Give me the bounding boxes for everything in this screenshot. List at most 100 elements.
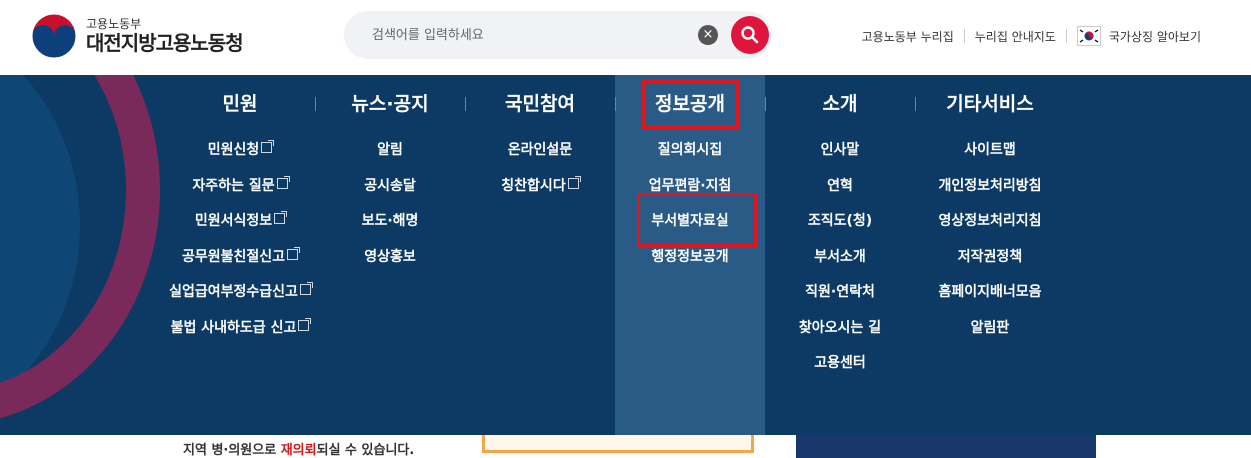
menu-divider [465,97,466,111]
submenu-list: 온라인설문칭찬합시다 [465,133,615,204]
menu-tab-5[interactable]: 기타서비스 [905,75,1075,133]
submenu-item[interactable]: 공시송달 [315,169,465,205]
submenu-item[interactable]: 민원서식정보 [155,204,325,240]
submenu-item[interactable]: 조직도(청) [765,204,915,240]
submenu-list: 알림공시송달보도·해명영상홍보 [315,133,465,275]
submenu-item-label: 홈페이지배너모음 [938,284,1042,300]
external-link-icon [567,175,581,189]
external-link-icon [287,246,301,260]
submenu-item-label: 연혁 [827,177,853,194]
submenu-item[interactable]: 칭찬합시다 [465,169,615,205]
submenu-item-label: 업무편람·지침 [648,177,732,194]
submenu-item-label: 민원서식정보 [194,213,273,229]
submenu-item-label: 찾아오시는 길 [798,319,882,336]
submenu-item[interactable]: 저작권정책 [905,240,1075,276]
submenu-list: 인사말연혁조직도(청) 부서소개직원·연락처찾아오시는 길고용센터 [765,133,915,382]
submenu-item-label: 온라인설문 [507,142,573,158]
external-link-icon [276,175,290,189]
submenu-item[interactable]: 실업급여부정수급신고 [155,275,325,311]
menu-column-1: 뉴스·공지알림공시송달보도·해명영상홍보 [315,75,465,275]
submenu-list: 민원신청자주하는 질문민원서식정보공무원불친절신고실업급여부정수급신고불법 사내… [155,133,325,346]
submenu-item-label: 실업급여부정수급신고 [169,284,298,300]
menu-tab-4[interactable]: 소개 [765,75,915,133]
submenu-item-label: 자주하는 질문 [192,177,275,194]
submenu-item-label: 저작권정책 [957,248,1023,265]
highlight-box-dept-archive [637,193,757,247]
submenu-item-label: 직원·연락처 [805,284,875,300]
submenu-item[interactable]: 질의회시집 [615,133,765,169]
submenu-item[interactable]: 고용센터 [765,346,915,382]
submenu-item-label: 칭찬합시다 [501,177,566,194]
submenu-item-label: 불법 사내하도급 신고 [170,319,297,336]
submenu-item[interactable]: 영상홍보 [315,240,465,276]
menu-divider [615,97,616,111]
site-guide-map-link[interactable]: 누리집 안내지도 [975,28,1056,45]
util-divider [1065,29,1067,43]
national-symbol-link[interactable]: 국가상징 알아보기 [1109,28,1201,45]
submenu-item-label: 보도·해명 [361,213,419,229]
banner-blue[interactable] [796,435,1096,458]
submenu-item[interactable]: 연혁 [765,169,915,205]
util-divider [963,29,965,43]
menu-divider [765,97,766,111]
site-logo[interactable]: 고용노동부 대전지방고용노동청 [30,12,244,60]
submenu-item-label: 개인정보처리방침 [938,177,1042,194]
menu-tab-2[interactable]: 국민참여 [465,75,615,133]
taegeuk-logo-icon [30,12,78,60]
submenu-item-label: 질의회시집 [657,142,723,158]
menu-column-2: 국민참여온라인설문칭찬합시다 [465,75,615,204]
submenu-item[interactable]: 보도·해명 [315,204,465,240]
submenu-item-label: 영상정보처리지침 [938,213,1042,229]
highlight-box-info-disclosure [642,80,739,129]
submenu-item-label: 인사말 [820,142,860,158]
submenu-item-label: 알림 [377,142,403,158]
submenu-item-label: 행정정보공개 [651,248,729,265]
submenu-item-label: 사이트맵 [964,142,1016,158]
logo-ministry-label: 고용노동부 [86,17,142,31]
submenu-item[interactable]: 직원·연락처 [765,275,915,311]
banner-box[interactable] [482,435,754,453]
submenu-item-label: 민원신청 [207,142,260,158]
submenu-item[interactable]: 인사말 [765,133,915,169]
submenu-item[interactable]: 온라인설문 [465,133,615,169]
menu-tab-0[interactable]: 민원 [155,75,325,133]
submenu-item-label: 부서소개 [814,248,866,265]
submenu-item[interactable]: 민원신청 [155,133,325,169]
submenu-item[interactable]: 영상정보처리지침 [905,204,1075,240]
utility-links: 고용노동부 누리집 누리집 안내지도 국가상징 알아보기 [862,26,1201,46]
menu-divider [315,97,316,111]
submenu-item-label: 조직도(청) [807,213,873,229]
external-link-icon [261,140,275,153]
menu-divider [915,97,916,111]
submenu-item[interactable]: 홈페이지배너모음 [905,275,1075,311]
submenu-item[interactable]: 찾아오시는 길 [765,311,915,347]
submenu-item-label: 알림판 [970,319,1010,336]
logo-office-name: 대전지방고용노동청 [86,31,244,55]
site-header: 고용노동부 대전지방고용노동청 × 고용노동부 누리집 누리집 안내지도 [0,0,1251,75]
korean-flag-icon [1076,26,1101,46]
submenu-item[interactable]: 알림판 [905,311,1075,347]
submenu-item[interactable]: 알림 [315,133,465,169]
submenu-item[interactable]: 사이트맵 [905,133,1075,169]
submenu-item[interactable]: 개인정보처리방침 [905,169,1075,205]
submenu-item[interactable]: 불법 사내하도급 신고 [155,311,325,347]
moel-site-link[interactable]: 고용노동부 누리집 [862,28,954,45]
search-input[interactable] [372,23,702,47]
submenu-item[interactable]: 자주하는 질문 [155,169,325,205]
mega-menu: 민원민원신청자주하는 질문민원서식정보공무원불친절신고실업급여부정수급신고불법 … [0,75,1251,435]
clear-icon[interactable]: × [698,25,718,45]
external-link-icon [299,282,313,295]
search-icon [741,26,759,44]
menu-tab-1[interactable]: 뉴스·공지 [315,75,465,133]
menu-columns: 민원민원신청자주하는 질문민원서식정보공무원불친절신고실업급여부정수급신고불법 … [0,75,1251,435]
submenu-item-label: 공시송달 [364,177,416,194]
search-button[interactable] [731,16,769,54]
submenu-item[interactable]: 부서소개 [765,240,915,276]
external-link-icon [298,317,312,331]
notice-text: 지역 병·의원으로 재의뢰되실 수 있습니다. [183,443,415,458]
submenu-item-label: 영상홍보 [364,248,416,265]
submenu-list: 사이트맵개인정보처리방침영상정보처리지침저작권정책홈페이지배너모음알림판 [905,133,1075,346]
submenu-item[interactable]: 공무원불친절신고 [155,240,325,276]
page-content-peek: 지역 병·의원으로 재의뢰되실 수 있습니다. [0,435,1251,458]
submenu-item-label: 고용센터 [814,355,866,371]
